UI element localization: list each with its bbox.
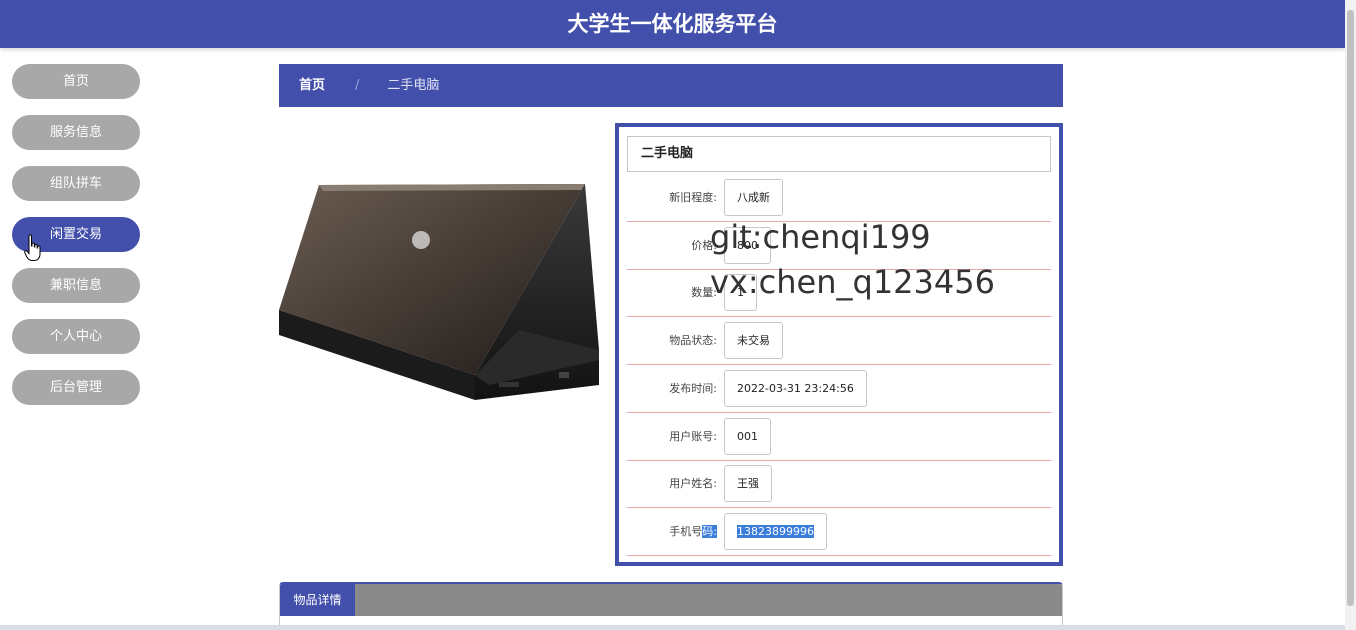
- product-image-laptop: [279, 184, 599, 400]
- nav-item-personal-center[interactable]: 个人中心: [12, 319, 140, 354]
- detail-row-phone: 手机号码: 13823899996: [627, 508, 1051, 556]
- detail-label: 物品状态:: [669, 334, 717, 347]
- detail-label-phone: 手机号码:: [669, 508, 717, 556]
- nav-item-home[interactable]: 首页: [12, 64, 140, 99]
- detail-value-selected: 13823899996: [737, 525, 814, 538]
- nav-item-service-info[interactable]: 服务信息: [12, 115, 140, 150]
- product-name: 二手电脑: [627, 136, 1051, 172]
- detail-row-username: 用户姓名: 王强: [627, 460, 1051, 508]
- detail-value: 王强: [724, 465, 772, 502]
- detail-value: 2022-03-31 23:24:56: [724, 370, 867, 407]
- detail-tabs: 物品详情: [279, 582, 1063, 630]
- detail-value: 未交易: [724, 322, 783, 359]
- detail-value: 001: [724, 418, 771, 455]
- watermark-line-2: vx:chen_q123456: [710, 263, 995, 301]
- detail-label: 发布时间:: [669, 382, 717, 395]
- breadcrumb-home-link[interactable]: 首页: [299, 78, 325, 93]
- breadcrumb-current: 二手电脑: [387, 78, 440, 93]
- app-header: 大学生一体化服务平台: [0, 0, 1345, 48]
- hand-cursor-icon: [24, 234, 41, 261]
- watermark-line-1: git:chenqi199: [710, 218, 931, 256]
- breadcrumb: 首页 / 二手电脑: [279, 64, 1063, 107]
- app-title: 大学生一体化服务平台: [567, 11, 778, 36]
- detail-row-status: 物品状态: 未交易: [627, 317, 1051, 365]
- product-details-panel: 二手电脑 新旧程度: 八成新 价格: 800 数量: 1 物品状态: 未交易 发…: [615, 123, 1063, 566]
- detail-value: 13823899996: [724, 513, 827, 550]
- detail-label: 用户账号:: [669, 430, 717, 443]
- scrollbar-thumb[interactable]: [1347, 10, 1354, 606]
- nav-item-carpool[interactable]: 组队拼车: [12, 166, 140, 201]
- detail-row-account: 用户账号: 001: [627, 413, 1051, 461]
- nav-item-part-time[interactable]: 兼职信息: [12, 268, 140, 303]
- detail-value: 八成新: [724, 179, 783, 216]
- detail-row-publish-time: 发布时间: 2022-03-31 23:24:56: [627, 365, 1051, 413]
- horizontal-scrollbar[interactable]: [0, 625, 1345, 630]
- tab-item-details[interactable]: 物品详情: [280, 584, 355, 616]
- vertical-scrollbar[interactable]: [1345, 0, 1356, 630]
- breadcrumb-separator: /: [355, 78, 360, 93]
- detail-label: 新旧程度:: [669, 191, 717, 204]
- detail-label-selected: 码:: [702, 525, 717, 538]
- nav-item-admin[interactable]: 后台管理: [12, 370, 140, 405]
- detail-label: 用户姓名:: [669, 477, 717, 490]
- detail-row-condition: 新旧程度: 八成新: [627, 174, 1051, 222]
- detail-label-prefix: 手机号: [669, 525, 703, 538]
- tab-strip: [280, 584, 1062, 616]
